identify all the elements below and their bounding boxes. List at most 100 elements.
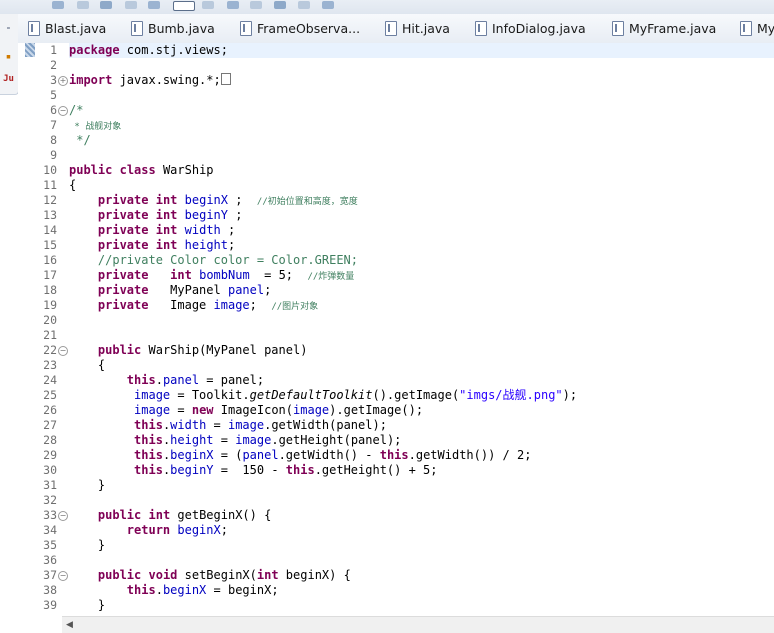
toolbar-icon[interactable]	[274, 1, 286, 9]
code-line: * 战舰对象	[69, 118, 121, 133]
tab-label: FrameObserva...	[257, 20, 361, 36]
keyword: public	[97, 508, 142, 522]
toolbar-icon[interactable]	[52, 1, 64, 9]
fold-expand-icon[interactable]: +	[58, 76, 68, 86]
code-text: ;	[220, 523, 228, 537]
comment: //图片对象	[271, 302, 319, 312]
line-number: 1	[50, 43, 57, 57]
line-number: 35	[43, 538, 57, 552]
toolbar-icon[interactable]	[100, 1, 112, 9]
code-text: beginX) {	[278, 568, 351, 582]
keyword: this	[134, 418, 163, 432]
scroll-left-arrow-icon[interactable]: ◀	[66, 620, 73, 630]
line-number: 30	[43, 463, 57, 477]
keyword: this	[379, 448, 409, 462]
outline-icon[interactable]: ⁼	[3, 26, 14, 36]
keyword: this	[134, 463, 163, 477]
line-number: 2	[50, 58, 57, 72]
line-number: 10	[43, 163, 57, 177]
line-number: 12	[43, 193, 57, 207]
code-text: = 150 -	[213, 463, 286, 477]
code-text: ;	[228, 193, 257, 207]
line-number: 38	[43, 583, 57, 597]
code-line: private int beginY ;	[69, 208, 243, 223]
code-line: {	[69, 358, 105, 373]
field: image	[126, 403, 171, 417]
code-line: public class WarShip	[69, 163, 214, 178]
toolbar-icon[interactable]	[202, 1, 214, 9]
tab-my[interactable]: My	[740, 14, 774, 42]
code-text: Image	[148, 298, 214, 312]
fold-collapse-icon[interactable]: −	[58, 346, 68, 356]
line-number: 21	[43, 328, 57, 342]
keyword: int	[148, 508, 171, 522]
code-text: setBeginX(	[177, 568, 257, 582]
toolbar-icon[interactable]	[125, 1, 137, 9]
toolbar-icon[interactable]	[148, 1, 160, 9]
field: height	[184, 238, 228, 252]
keyword: int	[170, 268, 192, 282]
code-line: public WarShip(MyPanel panel)	[69, 343, 308, 358]
code-line: this.beginX = beginX;	[126, 583, 279, 597]
code-text: WarShip(MyPanel panel)	[141, 343, 308, 357]
code-line: public void setBeginX(int beginX) {	[69, 568, 351, 583]
code-text: .getHeight(panel);	[271, 433, 402, 447]
code-line: }	[69, 598, 105, 613]
line-number: 27	[43, 418, 57, 432]
code-text: getBeginX() {	[170, 508, 272, 522]
tab-blast[interactable]: Blast.java	[28, 14, 128, 42]
comment: //炸弹数量	[307, 272, 355, 282]
line-number: 16	[43, 253, 57, 267]
code-line: {	[69, 178, 76, 193]
line-number-gutter: 1 2 3 + 5 6 − 7 8 9 10 11 12 13 14 15 16…	[18, 43, 68, 616]
line-number: 28	[43, 433, 57, 447]
tab-myframe[interactable]: MyFrame.java	[612, 14, 722, 42]
keyword: import	[69, 73, 113, 87]
code-text-area[interactable]: package com.stj.views; import javax.swin…	[69, 43, 774, 616]
tab-label: Hit.java	[402, 20, 450, 36]
line-number: 32	[43, 493, 57, 507]
junit-icon[interactable]: Ju	[3, 74, 14, 84]
line-number: 19	[43, 298, 57, 312]
field: panel	[242, 448, 279, 462]
code-line: */	[69, 133, 90, 148]
hierarchy-icon[interactable]: ▪	[3, 52, 14, 62]
horizontal-scrollbar[interactable]: ◀	[62, 616, 774, 633]
toolbar-icon[interactable]	[227, 1, 239, 9]
string-literal: "imgs/战舰.png"	[459, 388, 563, 402]
line-number: 14	[43, 223, 57, 237]
java-file-icon	[740, 20, 752, 36]
code-line: private int height;	[69, 238, 235, 253]
tab-hit[interactable]: Hit.java	[385, 14, 467, 42]
keyword: public	[69, 163, 113, 177]
code-text: ;	[228, 238, 236, 252]
code-line: this.height = image.getHeight(panel);	[134, 433, 402, 447]
keyword: class	[119, 163, 156, 177]
fold-collapse-icon[interactable]: −	[58, 571, 68, 581]
toolbar-icon[interactable]	[298, 1, 310, 9]
code-line: this.width = image.getWidth(panel);	[134, 418, 387, 432]
line-number: 9	[50, 148, 57, 162]
line-number: 18	[43, 283, 57, 297]
code-text: = Toolkit.	[170, 388, 250, 402]
toolbar-icon[interactable]	[250, 1, 262, 9]
code-line: image = Toolkit.getDefaultToolkit().getI…	[69, 388, 577, 403]
tab-bumb[interactable]: Bumb.java	[131, 14, 226, 42]
field: image	[227, 418, 265, 432]
field: image	[293, 403, 330, 417]
line-number: 25	[43, 388, 57, 402]
toolbar	[0, 0, 774, 15]
code-line: this.panel = panel;	[126, 373, 265, 387]
folded-imports-icon[interactable]	[220, 73, 231, 85]
code-line: import javax.swing.*;	[69, 73, 231, 88]
fold-collapse-icon[interactable]: −	[58, 511, 68, 521]
toolbar-icon[interactable]	[322, 1, 334, 9]
code-line: package com.stj.views;	[69, 43, 774, 58]
toolbar-icon[interactable]	[173, 1, 195, 11]
code-editor[interactable]: 1 2 3 + 5 6 − 7 8 9 10 11 12 13 14 15 16…	[18, 43, 774, 616]
tab-frameobserva[interactable]: FrameObserva...	[240, 14, 365, 42]
field: beginY	[170, 463, 214, 477]
tab-infodialog[interactable]: InfoDialog.java	[475, 14, 595, 42]
fold-collapse-icon[interactable]: −	[58, 106, 68, 116]
toolbar-icon[interactable]	[77, 1, 89, 9]
